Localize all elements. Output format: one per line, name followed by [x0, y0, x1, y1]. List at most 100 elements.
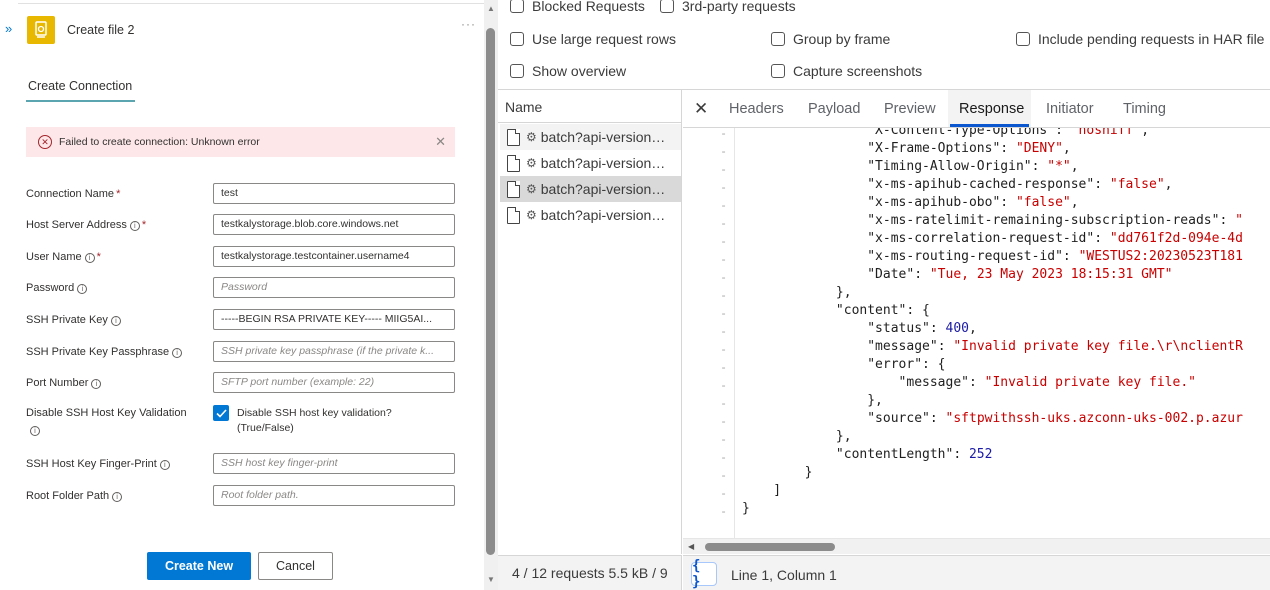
field-input[interactable]: SFTP port number (example: 22) — [213, 372, 455, 393]
gutter-marker: - — [720, 450, 727, 464]
field-label-text: Connection Name — [26, 188, 115, 200]
request-row[interactable]: ⚙batch?api-version=2018-07-01-preview — [500, 176, 681, 202]
info-icon[interactable]: i — [112, 492, 123, 502]
field-input[interactable]: testkalystorage.testcontainer.username4 — [213, 246, 455, 267]
required-marker: * — [116, 188, 121, 200]
code-line: "Timing-Allow-Origin": "*", — [867, 159, 1079, 174]
tab-create-connection[interactable]: Create Connection — [28, 79, 132, 93]
request-summary-bar: 4 / 12 requests 5.5 kB / 9 — [498, 555, 682, 590]
tab-preview[interactable]: Preview — [884, 101, 936, 117]
gear-icon: ⚙ — [526, 130, 537, 144]
editor-status-bar: { } Line 1, Column 1 — [683, 555, 1270, 590]
checkbox[interactable] — [771, 64, 785, 78]
horizontal-scrollbar[interactable]: ◀ — [683, 538, 1270, 554]
large-request-rows-option[interactable]: Use large request rows — [510, 31, 676, 47]
field-input[interactable]: test — [213, 183, 455, 204]
option-label: Use large request rows — [532, 31, 676, 47]
field-input[interactable]: Password — [213, 277, 455, 298]
code-line: "X-Content-Type-Options": "nosniff", — [867, 128, 1150, 138]
info-icon[interactable]: i — [77, 284, 88, 294]
option-label: 3rd-party requests — [682, 0, 796, 14]
info-icon[interactable]: i — [91, 379, 102, 389]
tab-response[interactable]: Response — [959, 101, 1024, 117]
sftp-connector-icon — [27, 16, 55, 44]
tab-payload[interactable]: Payload — [808, 101, 860, 117]
checkbox[interactable] — [1016, 32, 1030, 46]
checkbox[interactable] — [510, 0, 524, 13]
divider — [498, 122, 682, 123]
field-input[interactable]: Root folder path. — [213, 485, 455, 506]
code-line: }, — [742, 429, 852, 444]
info-icon[interactable]: i — [30, 426, 40, 436]
active-tab-indicator — [26, 100, 135, 102]
gutter-marker: - — [720, 486, 727, 500]
pretty-print-button[interactable]: { } — [691, 558, 717, 590]
field-label-text: Host Server Address — [26, 219, 127, 231]
checkbox[interactable] — [510, 64, 524, 78]
info-icon[interactable]: i — [84, 253, 95, 263]
info-icon[interactable]: i — [159, 460, 170, 470]
code-line: "message": "Invalid private key file." — [898, 375, 1196, 390]
third-party-requests-option[interactable]: 3rd-party requests — [660, 0, 796, 14]
group-by-frame-option[interactable]: Group by frame — [771, 31, 890, 47]
tab-initiator[interactable]: Initiator — [1046, 101, 1094, 117]
field-input[interactable]: -----BEGIN RSA PRIVATE KEY----- MIIG5AI.… — [213, 309, 455, 330]
code-line: "status": 400, — [867, 321, 977, 336]
option-label: Include pending requests in HAR file — [1038, 31, 1265, 47]
response-body[interactable]: - "X-Content-Type-Options": "nosniff", - … — [683, 128, 1270, 538]
gear-icon: ⚙ — [526, 156, 537, 170]
gutter-marker: - — [720, 468, 727, 482]
field-label-text: Port Number — [26, 377, 89, 389]
tab-timing[interactable]: Timing — [1123, 101, 1166, 117]
request-row[interactable]: ⚙batch?api-version=2018-07-01-preview — [500, 202, 681, 228]
request-row[interactable]: ⚙batch?api-version=2018-07-01-preview — [500, 150, 681, 176]
checkbox[interactable] — [771, 32, 785, 46]
checkbox[interactable] — [660, 0, 674, 13]
close-detail-icon[interactable]: ✕ — [694, 99, 708, 119]
devtools-network-panel: Blocked Requests 3rd-party requests Use … — [498, 0, 1270, 590]
panel-scrollbar[interactable]: ▲ ▼ — [484, 0, 498, 590]
gutter-marker: - — [720, 162, 727, 176]
show-overview-option[interactable]: Show overview — [510, 63, 626, 79]
gutter-marker: - — [720, 252, 727, 266]
code-line: "message": "Invalid private key file.\r\… — [867, 339, 1243, 354]
option-label: Blocked Requests — [532, 0, 645, 14]
include-pending-har-option[interactable]: Include pending requests in HAR file — [1016, 31, 1264, 47]
code-line: "x-ms-ratelimit-remaining-subscription-r… — [867, 213, 1243, 228]
create-new-button[interactable]: Create New — [147, 552, 251, 580]
name-column-header[interactable]: Name — [505, 99, 542, 115]
error-icon: ✕ — [38, 135, 52, 149]
scrollbar-thumb[interactable] — [705, 543, 835, 551]
gutter-divider — [734, 128, 735, 538]
blocked-requests-option[interactable]: Blocked Requests — [510, 0, 645, 14]
disable-validation-checkbox-label[interactable]: Disable SSH host key validation? (True/F… — [237, 406, 427, 436]
expand-chevron-icon[interactable]: » — [5, 21, 12, 36]
document-icon — [507, 128, 520, 146]
dismiss-error-icon[interactable]: ✕ — [435, 135, 446, 148]
scrollbar-thumb[interactable] — [486, 28, 495, 555]
field-label-text: SSH Private Key — [26, 314, 108, 326]
scroll-up-icon[interactable]: ▲ — [487, 4, 495, 13]
gutter-marker: - — [720, 306, 727, 320]
capture-screenshots-option[interactable]: Capture screenshots — [771, 63, 922, 79]
field-input[interactable]: testkalystorage.blob.core.windows.net — [213, 214, 455, 235]
field-label-text: SSH Private Key Passphrase — [26, 346, 170, 358]
info-icon[interactable]: i — [110, 316, 121, 326]
cancel-button[interactable]: Cancel — [258, 552, 333, 580]
tab-headers[interactable]: Headers — [729, 101, 784, 117]
scroll-left-icon[interactable]: ◀ — [688, 542, 694, 551]
gutter-marker: - — [720, 128, 727, 140]
action-card-title[interactable]: Create file 2 — [67, 23, 134, 37]
scroll-down-icon[interactable]: ▼ — [487, 575, 495, 584]
info-icon[interactable]: i — [172, 348, 183, 358]
request-count: 4 / 12 requests 5.5 kB / 9 — [512, 565, 668, 581]
gutter-marker: - — [720, 342, 727, 356]
disable-validation-checkbox[interactable] — [213, 405, 229, 421]
info-icon[interactable]: i — [129, 221, 140, 231]
option-label: Capture screenshots — [793, 63, 923, 79]
field-input[interactable]: SSH private key passphrase (if the priva… — [213, 341, 455, 362]
checkbox[interactable] — [510, 32, 524, 46]
request-row[interactable]: ⚙batch?api-version=2018-07-01-preview — [500, 124, 681, 150]
more-options-icon[interactable]: ··· — [461, 17, 476, 31]
field-input[interactable]: SSH host key finger-print — [213, 453, 455, 474]
